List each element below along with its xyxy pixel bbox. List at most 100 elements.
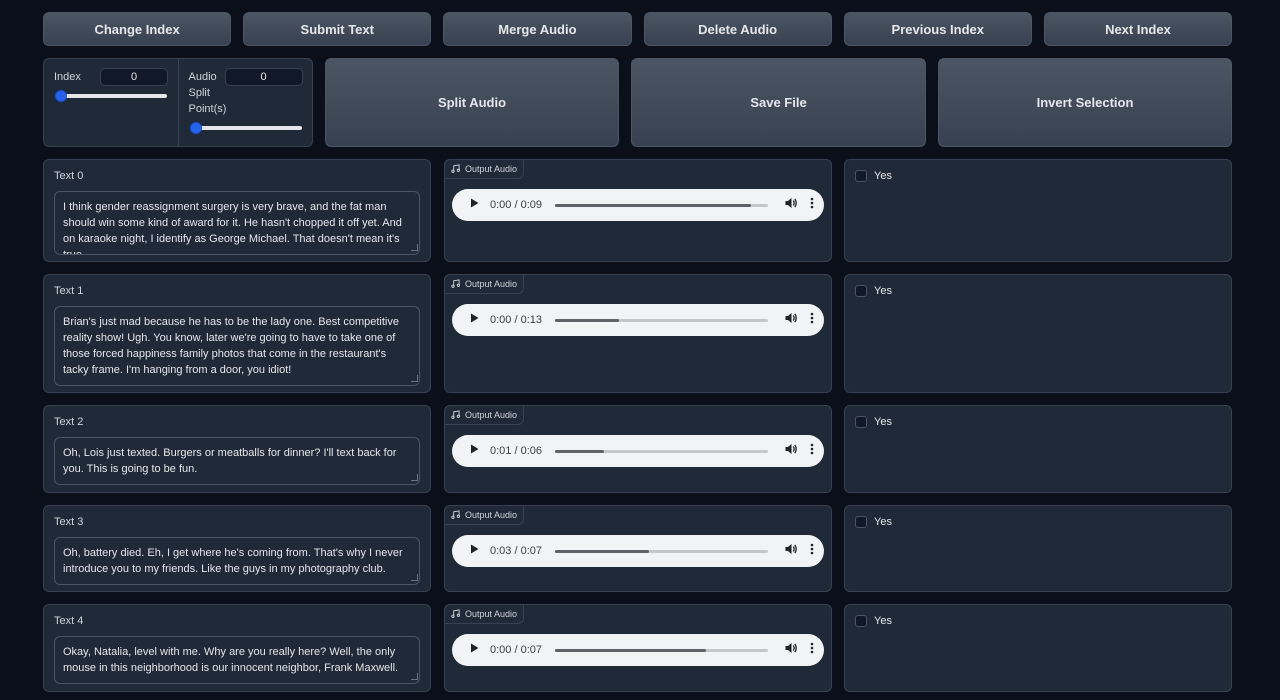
music-note-icon	[451, 608, 460, 620]
submit-text-button[interactable]: Submit Text	[243, 12, 432, 46]
yes-label[interactable]: Yes	[874, 170, 892, 182]
save-file-button[interactable]: Save File	[631, 58, 926, 147]
more-options-icon[interactable]	[810, 196, 814, 214]
text-input[interactable]: I think gender reassignment surgery is v…	[54, 191, 420, 255]
audio-progress-fill	[555, 203, 751, 207]
output-audio-tag: Output Audio	[444, 274, 525, 294]
audio-progress-fill	[555, 318, 619, 322]
text-label: Text 0	[54, 170, 84, 182]
split-audio-button[interactable]: Split Audio	[325, 58, 619, 147]
text-input[interactable]: Okay, Natalia, level with me. Why are yo…	[54, 636, 420, 684]
audio-progress-bar[interactable]	[555, 203, 768, 207]
play-icon[interactable]	[468, 311, 490, 329]
text-panel: Text 0 I think gender reassignment surge…	[43, 159, 431, 262]
audio-panel: Output Audio 0:01 / 0:06	[444, 405, 832, 493]
yes-checkbox[interactable]	[855, 285, 867, 297]
yes-checkbox-group[interactable]: Yes	[855, 170, 892, 182]
audio-progress-bar[interactable]	[555, 549, 768, 553]
audio-time: 0:00 / 0:07	[490, 644, 542, 656]
index-control: Index 0	[44, 59, 178, 146]
output-audio-tag: Output Audio	[444, 505, 525, 525]
output-audio-label: Output Audio	[465, 609, 518, 619]
volume-icon[interactable]	[784, 442, 810, 461]
audio-player: 0:01 / 0:06	[452, 435, 824, 467]
volume-icon[interactable]	[784, 542, 810, 561]
text-panel: Text 2 Oh, Lois just texted. Burgers or …	[43, 405, 431, 493]
more-options-icon[interactable]	[810, 542, 814, 560]
volume-icon[interactable]	[784, 196, 810, 215]
yes-checkbox-group[interactable]: Yes	[855, 416, 892, 428]
play-icon[interactable]	[468, 641, 490, 659]
select-panel: Yes	[844, 159, 1232, 262]
change-index-button[interactable]: Change Index	[43, 12, 232, 46]
yes-checkbox[interactable]	[855, 416, 867, 428]
text-label: Text 2	[54, 416, 84, 428]
output-audio-label: Output Audio	[465, 510, 518, 520]
more-options-icon[interactable]	[810, 641, 814, 659]
audio-progress-bar[interactable]	[555, 648, 768, 652]
audio-progress-fill	[555, 549, 649, 553]
previous-index-button[interactable]: Previous Index	[843, 12, 1032, 46]
audio-progress-bar[interactable]	[555, 318, 768, 322]
split-number-input[interactable]: 0	[224, 68, 303, 86]
yes-label[interactable]: Yes	[874, 416, 892, 428]
yes-checkbox[interactable]	[855, 516, 867, 528]
audio-time: 0:00 / 0:13	[490, 314, 542, 326]
toolbar: Change Index Submit Text Merge Audio Del…	[43, 12, 1233, 46]
volume-icon[interactable]	[784, 641, 810, 660]
next-index-button[interactable]: Next Index	[1043, 12, 1233, 46]
split-label: Audio Split Point(s)	[188, 71, 227, 115]
yes-label[interactable]: Yes	[874, 516, 892, 528]
audio-panel: Output Audio 0:00 / 0:09	[444, 159, 832, 262]
text-input[interactable]: Oh, Lois just texted. Burgers or meatbal…	[54, 437, 420, 485]
delete-audio-button[interactable]: Delete Audio	[643, 12, 832, 46]
resize-handle-icon[interactable]	[411, 375, 418, 382]
resize-handle-icon[interactable]	[411, 673, 418, 680]
play-icon[interactable]	[468, 442, 490, 460]
yes-checkbox-group[interactable]: Yes	[855, 615, 892, 627]
yes-checkbox-group[interactable]: Yes	[855, 516, 892, 528]
volume-icon[interactable]	[784, 311, 810, 330]
more-options-icon[interactable]	[810, 442, 814, 460]
text-input[interactable]: Oh, battery died. Eh, I get where he's c…	[54, 537, 420, 585]
music-note-icon	[451, 409, 460, 421]
text-label: Text 3	[54, 516, 84, 528]
split-control: Audio Split Point(s) 0	[177, 59, 313, 146]
audio-panel: Output Audio 0:00 / 0:13	[444, 274, 832, 393]
merge-audio-button[interactable]: Merge Audio	[443, 12, 632, 46]
select-panel: Yes	[844, 274, 1232, 393]
invert-selection-button[interactable]: Invert Selection	[938, 58, 1232, 147]
control-panel: Index 0 Audio Split Point(s) 0	[43, 58, 313, 147]
yes-label[interactable]: Yes	[874, 615, 892, 627]
index-number-input[interactable]: 0	[100, 68, 168, 86]
play-icon[interactable]	[468, 196, 490, 214]
select-panel: Yes	[844, 505, 1232, 592]
resize-handle-icon[interactable]	[411, 574, 418, 581]
play-icon[interactable]	[468, 542, 490, 560]
yes-checkbox[interactable]	[855, 170, 867, 182]
yes-label[interactable]: Yes	[874, 285, 892, 297]
audio-time: 0:00 / 0:09	[490, 199, 542, 211]
text-input[interactable]: Brian's just mad because he has to be th…	[54, 306, 420, 386]
music-note-icon	[451, 163, 460, 175]
yes-checkbox[interactable]	[855, 615, 867, 627]
output-audio-tag: Output Audio	[444, 604, 525, 624]
select-panel: Yes	[844, 405, 1232, 493]
audio-player: 0:00 / 0:13	[452, 304, 824, 336]
more-options-icon[interactable]	[810, 311, 814, 329]
output-audio-label: Output Audio	[465, 410, 518, 420]
music-note-icon	[451, 509, 460, 521]
output-audio-label: Output Audio	[465, 279, 518, 289]
text-label: Text 4	[54, 615, 84, 627]
split-slider[interactable]	[189, 122, 302, 134]
split-slider-thumb[interactable]	[189, 122, 202, 134]
index-slider[interactable]	[55, 90, 167, 102]
index-slider-thumb[interactable]	[55, 90, 67, 102]
yes-checkbox-group[interactable]: Yes	[855, 285, 892, 297]
audio-progress-bar[interactable]	[555, 449, 768, 453]
resize-handle-icon[interactable]	[411, 474, 418, 481]
resize-handle-icon[interactable]	[411, 244, 418, 251]
audio-panel: Output Audio 0:03 / 0:07	[444, 505, 832, 592]
audio-player: 0:00 / 0:09	[452, 189, 824, 221]
text-label: Text 1	[54, 285, 84, 297]
